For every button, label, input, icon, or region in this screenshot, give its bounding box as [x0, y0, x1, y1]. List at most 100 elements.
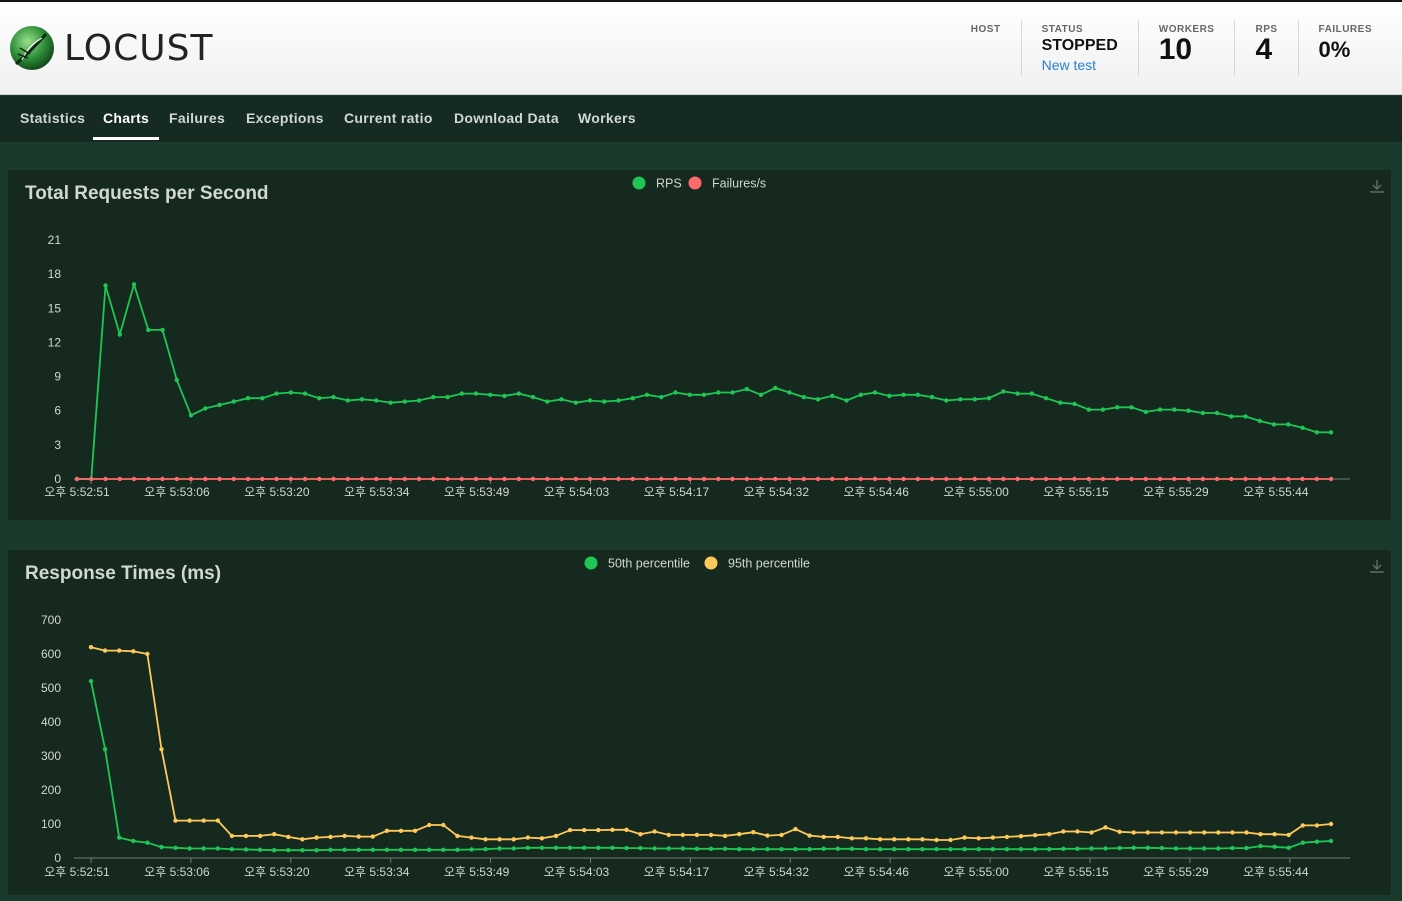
data-point[interactable] [274, 476, 279, 482]
data-point[interactable] [906, 847, 911, 852]
data-point[interactable] [630, 476, 635, 482]
data-point[interactable] [758, 476, 764, 482]
data-point[interactable] [530, 476, 536, 482]
data-point[interactable] [596, 845, 601, 850]
data-point[interactable] [972, 397, 977, 402]
data-point[interactable] [958, 476, 963, 482]
data-point[interactable] [567, 845, 573, 850]
data-point[interactable] [402, 476, 407, 482]
data-point[interactable] [844, 398, 849, 403]
data-point[interactable] [1001, 389, 1006, 394]
data-point[interactable] [990, 847, 995, 852]
data-point[interactable] [716, 476, 721, 482]
data-point[interactable] [131, 282, 137, 287]
data-point[interactable] [616, 476, 621, 482]
data-point[interactable] [758, 392, 764, 397]
data-point[interactable] [567, 827, 573, 833]
data-point[interactable] [694, 832, 700, 838]
data-point[interactable] [582, 827, 587, 833]
data-point[interactable] [402, 399, 407, 404]
data-point[interactable] [821, 846, 826, 851]
data-point[interactable] [708, 832, 714, 838]
data-point[interactable] [944, 398, 949, 403]
data-point[interactable] [314, 848, 319, 853]
data-point[interactable] [146, 476, 151, 482]
data-point[interactable] [174, 377, 179, 383]
data-point[interactable] [345, 476, 350, 482]
data-point[interactable] [427, 847, 432, 852]
data-point[interactable] [858, 476, 863, 482]
logo[interactable]: LOCUST [8, 24, 213, 72]
data-point[interactable] [1243, 414, 1248, 419]
data-point[interactable] [1058, 476, 1063, 482]
data-point[interactable] [1032, 833, 1038, 838]
data-point[interactable] [624, 845, 629, 851]
data-point[interactable] [102, 648, 108, 653]
data-point[interactable] [345, 398, 350, 403]
data-point[interactable] [659, 394, 664, 400]
data-point[interactable] [342, 847, 347, 852]
data-point[interactable] [1314, 476, 1320, 482]
data-point[interactable] [582, 845, 587, 850]
data-point[interactable] [701, 392, 707, 397]
data-point[interactable] [652, 829, 657, 834]
data-point[interactable] [815, 397, 821, 402]
data-point[interactable] [1089, 830, 1094, 835]
data-point[interactable] [1272, 832, 1277, 837]
data-point[interactable] [901, 476, 906, 482]
data-point[interactable] [835, 846, 840, 851]
data-point[interactable] [203, 476, 208, 482]
data-point[interactable] [602, 476, 607, 482]
data-point[interactable] [553, 833, 559, 839]
data-point[interactable] [539, 836, 545, 841]
tab-exceptions[interactable]: Exceptions [246, 96, 324, 140]
data-point[interactable] [1300, 476, 1305, 482]
data-point[interactable] [986, 476, 992, 482]
data-point[interactable] [948, 847, 953, 852]
data-point[interactable] [915, 476, 920, 482]
data-point[interactable] [1018, 834, 1024, 839]
data-point[interactable] [203, 406, 208, 411]
data-point[interactable] [102, 747, 108, 752]
data-point[interactable] [1001, 476, 1006, 482]
data-point[interactable] [288, 390, 293, 395]
data-point[interactable] [1328, 476, 1334, 482]
data-point[interactable] [830, 393, 835, 399]
data-point[interactable] [737, 847, 742, 852]
data-point[interactable] [1115, 405, 1120, 410]
data-point[interactable] [793, 826, 798, 832]
data-point[interactable] [1157, 476, 1163, 482]
data-point[interactable] [929, 476, 935, 482]
data-point[interactable] [374, 476, 379, 482]
data-point[interactable] [716, 390, 721, 395]
data-point[interactable] [1300, 840, 1306, 845]
data-point[interactable] [1131, 845, 1136, 850]
data-point[interactable] [88, 645, 94, 650]
data-point[interactable] [1328, 430, 1334, 435]
data-point[interactable] [673, 476, 678, 482]
data-point[interactable] [559, 397, 564, 402]
data-point[interactable] [459, 391, 464, 396]
data-point[interactable] [1172, 407, 1177, 412]
data-point[interactable] [929, 394, 935, 400]
data-point[interactable] [744, 476, 749, 482]
data-point[interactable] [374, 398, 379, 403]
data-point[interactable] [1229, 414, 1234, 419]
data-point[interactable] [701, 476, 707, 482]
data-point[interactable] [1286, 422, 1291, 427]
data-point[interactable] [539, 845, 545, 850]
data-point[interactable] [1129, 476, 1134, 482]
data-point[interactable] [1257, 476, 1263, 482]
data-point[interactable] [1314, 430, 1320, 435]
data-point[interactable] [488, 476, 493, 482]
data-point[interactable] [215, 818, 220, 823]
data-point[interactable] [131, 476, 137, 482]
data-point[interactable] [1200, 476, 1206, 482]
tab-download-data[interactable]: Download Data [454, 96, 559, 140]
data-point[interactable] [497, 837, 502, 842]
tab-charts[interactable]: Charts [93, 96, 160, 140]
data-point[interactable] [944, 476, 949, 482]
data-point[interactable] [359, 397, 365, 402]
data-point[interactable] [587, 476, 593, 482]
data-point[interactable] [730, 390, 735, 395]
